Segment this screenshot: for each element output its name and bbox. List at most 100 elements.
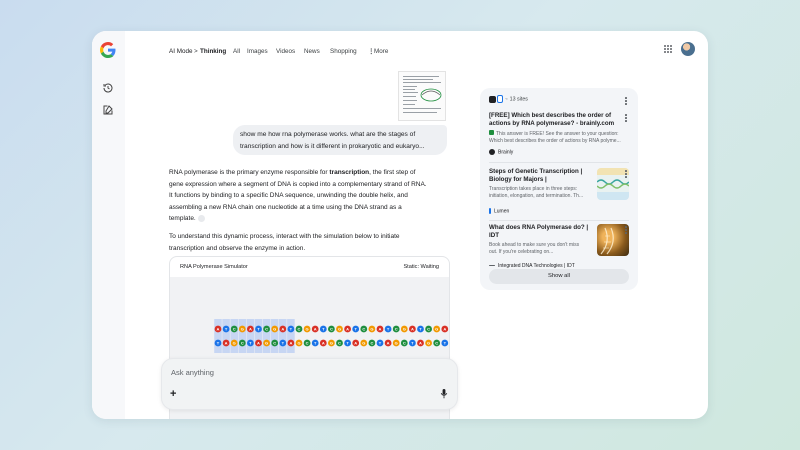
template-strand-base-label: A (379, 327, 382, 332)
tab-images[interactable]: Images (247, 48, 268, 55)
template-strand-base-label: G (403, 327, 406, 332)
template-strand-base-label: C (265, 327, 268, 332)
coding-strand-base-label: A (257, 341, 260, 346)
answer-paragraph-1: RNA polymerase is the primary enzyme res… (169, 167, 451, 225)
coding-strand-base-label: A (289, 341, 292, 346)
tab-videos[interactable]: Videos (276, 48, 295, 55)
coding-strand-base-label: C (435, 341, 438, 346)
attached-image-thumbnail[interactable] (398, 71, 446, 121)
snippet-line: initiation, elongation, and termination.… (489, 193, 584, 199)
source-title[interactable]: Steps of Genetic Transcription | Biology… (489, 168, 593, 184)
unwound-region-highlight (214, 319, 222, 353)
coding-strand-base-label: A (322, 341, 325, 346)
favicon-icon (489, 95, 496, 103)
source-title-line: Steps of Genetic Transcription | (489, 168, 583, 175)
snippet-line: Which best describes the order of action… (489, 138, 621, 144)
coding-strand-base-label: C (370, 341, 373, 346)
coding-strand-base-label: A (419, 341, 422, 346)
unwound-region-highlight (279, 319, 287, 353)
template-strand-base-label: A (249, 327, 252, 332)
template-strand-base-label: A (346, 327, 349, 332)
ask-input-box[interactable]: Ask anything + (161, 358, 458, 410)
snippet-line: This answer is FREE! See the answer to y… (496, 131, 619, 138)
source-card[interactable]: Steps of Genetic Transcription | Biology… (489, 168, 593, 216)
tab-all[interactable]: All (233, 48, 240, 55)
card-divider (489, 162, 629, 163)
user-query-line: show me how rna polymerase works. what a… (240, 131, 416, 138)
source-title[interactable]: [FREE] Which best describes the order of… (489, 112, 629, 128)
answer-text: assembling a new RNA chain one nucleotid… (169, 203, 402, 211)
template-strand-base-label: C (427, 327, 430, 332)
source-snippet: This answer is FREE! See the answer to y… (489, 130, 629, 144)
answer-bold-term: transcription (329, 169, 370, 176)
template-strand-base-label: A (217, 327, 220, 332)
user-query-line: transcription and how is it different in… (240, 142, 425, 150)
sources-menu-icon[interactable] (625, 97, 627, 105)
card-menu-icon[interactable] (625, 114, 627, 122)
left-rail (92, 31, 125, 419)
sources-header[interactable]: ⌁ 13 sites (489, 95, 528, 105)
source-title-line: Biology for Majors | (489, 176, 547, 184)
source-snippet: Book ahead to make sure you don't miss o… (489, 242, 593, 255)
check-icon (489, 130, 494, 136)
answer-text: RNA polymerase is the primary enzyme res… (169, 169, 330, 176)
coding-strand-base-label: G (233, 341, 236, 346)
snippet-line: Transcription takes place in three steps… (489, 186, 578, 193)
unwound-region-highlight (254, 319, 263, 353)
coding-strand-base-label: G (297, 341, 300, 346)
simulator-title: RNA Polymerase Simulator (180, 264, 248, 270)
history-icon[interactable] (102, 82, 114, 94)
template-strand-base-label: G (435, 327, 438, 332)
coding-strand-base-label: G (265, 341, 268, 346)
template-strand-base-label: A (314, 327, 317, 332)
card-menu-icon[interactable] (625, 226, 627, 234)
source-site: Brainly (489, 149, 513, 155)
answer-text: transcription and observe the enzyme in … (169, 244, 306, 252)
google-logo-icon[interactable] (100, 42, 116, 58)
tab-news[interactable]: News (304, 48, 320, 55)
apps-grid-icon[interactable] (664, 45, 672, 53)
breadcrumb-separator: > (194, 48, 198, 55)
unwound-region-highlight (246, 319, 255, 353)
microphone-icon[interactable] (440, 389, 448, 399)
unwound-region-highlight (287, 319, 295, 353)
source-card[interactable]: What does RNA Polymerase do? | IDT Book … (489, 224, 593, 269)
unwound-region-highlight (262, 319, 271, 353)
site-name: Lumen (494, 208, 510, 215)
lumen-favicon-icon: ⌁ (504, 96, 509, 103)
coding-strand-base-label: C (403, 341, 406, 346)
simulator-status: Static: Waiting (403, 264, 439, 270)
source-title-line: actions by RNA polymerase? - brainly.com (489, 120, 615, 128)
card-menu-icon[interactable] (625, 170, 627, 178)
template-strand-base-label: C (298, 327, 301, 332)
source-card[interactable]: [FREE] Which best describes the order of… (489, 112, 629, 158)
coding-strand-base-label: G (330, 341, 333, 346)
coding-strand-base-label: A (225, 341, 228, 346)
source-title[interactable]: What does RNA Polymerase do? | IDT (489, 224, 593, 240)
new-chat-icon[interactable] (102, 104, 114, 116)
template-strand-base-label: C (233, 327, 236, 332)
template-strand-base-label: G (370, 327, 373, 332)
user-query-bubble: show me how rna polymerase works. what a… (233, 125, 447, 155)
ask-placeholder[interactable]: Ask anything (171, 368, 214, 377)
coding-strand-base-label: C (241, 341, 244, 346)
thinking-label[interactable]: Thinking (200, 48, 226, 55)
lumen-favicon-icon (489, 208, 491, 214)
tab-more[interactable]: More (374, 48, 388, 55)
ai-mode-tab[interactable]: AI Mode (169, 48, 192, 55)
tab-shopping[interactable]: Shopping (330, 48, 357, 55)
show-all-button[interactable]: Show all (489, 269, 629, 284)
plus-icon[interactable]: + (170, 388, 176, 400)
template-strand-base-label: A (411, 327, 414, 332)
source-snippet: Transcription takes place in three steps… (489, 186, 593, 199)
template-strand-base-label: C (330, 327, 333, 332)
template-strand-base-label: G (241, 327, 244, 332)
source-link-icon[interactable] (197, 215, 205, 223)
unwound-region-highlight (270, 319, 279, 353)
answer-text: , the first step of (369, 169, 416, 176)
template-strand-base-label: G (273, 327, 276, 332)
avatar[interactable] (681, 42, 695, 56)
simulator-header: RNA Polymerase Simulator Static: Waiting (170, 257, 449, 277)
coding-strand-base-label: A (354, 341, 357, 346)
answer-text: It functions by binding to a specific DN… (169, 192, 408, 200)
